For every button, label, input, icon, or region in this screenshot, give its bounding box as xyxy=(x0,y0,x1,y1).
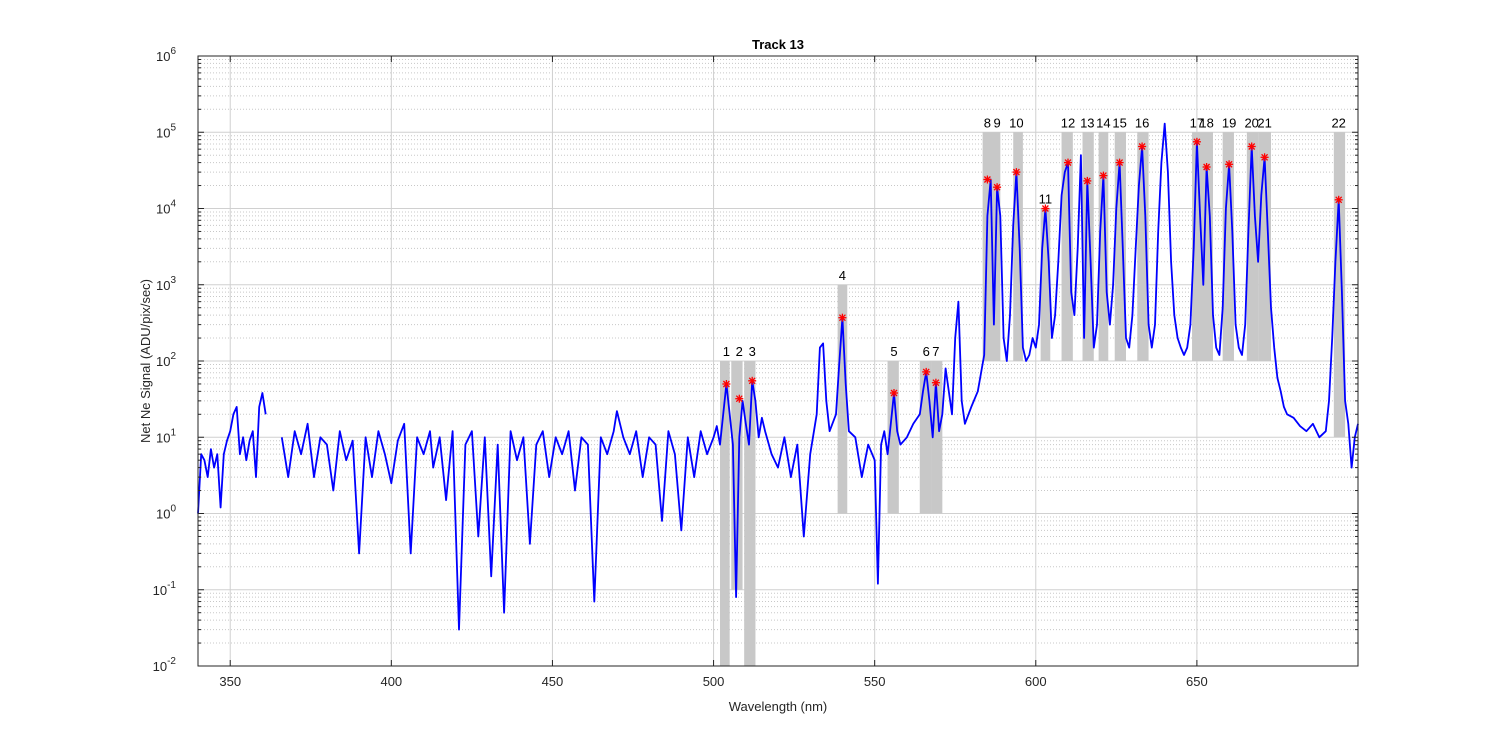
peak-label: 15 xyxy=(1112,115,1126,130)
peak-label: 3 xyxy=(749,344,756,359)
peak-marker xyxy=(1083,176,1092,185)
y-tick-exponent: 3 xyxy=(170,275,176,286)
x-tick-label: 450 xyxy=(542,674,564,689)
peak-label: 4 xyxy=(839,268,846,283)
x-tick-label: 650 xyxy=(1186,674,1208,689)
peak-label: 11 xyxy=(1039,192,1053,207)
y-tick-exponent: -1 xyxy=(167,580,176,591)
peak-label: 5 xyxy=(890,344,897,359)
peak-band xyxy=(1333,132,1346,438)
peak-band xyxy=(744,361,756,666)
x-axis-label: Wavelength (nm) xyxy=(729,699,828,714)
peak-marker xyxy=(1202,163,1211,171)
peak-label: 13 xyxy=(1080,115,1094,130)
peak-marker xyxy=(1099,171,1108,180)
x-tick-label: 400 xyxy=(380,674,402,689)
peak-marker xyxy=(922,367,931,376)
peak-marker xyxy=(1225,160,1234,169)
peak-marker xyxy=(838,313,847,322)
peak-label: 19 xyxy=(1222,115,1236,130)
peak-label: 16 xyxy=(1135,115,1149,130)
peak-label: 18 xyxy=(1199,115,1213,130)
chart-title: Track 13 xyxy=(752,37,804,52)
peak-label: 8 xyxy=(984,115,991,130)
peak-marker xyxy=(1012,168,1021,177)
peak-label: 12 xyxy=(1061,115,1075,130)
y-tick-exponent: 0 xyxy=(170,504,176,515)
x-tick-label: 500 xyxy=(703,674,725,689)
peak-label: 22 xyxy=(1331,115,1345,130)
peak-label: 1 xyxy=(723,344,730,359)
peak-label: 7 xyxy=(932,344,939,359)
peak-marker xyxy=(890,389,898,397)
y-tick-exponent: 6 xyxy=(170,46,176,57)
peak-marker xyxy=(722,380,731,388)
y-tick-exponent: 2 xyxy=(170,351,176,362)
x-tick-label: 350 xyxy=(219,674,241,689)
y-tick-exponent: -2 xyxy=(167,656,176,667)
peak-label: 9 xyxy=(993,115,1000,130)
x-tick-label: 600 xyxy=(1025,674,1047,689)
peak-label: 6 xyxy=(923,344,930,359)
peak-marker xyxy=(1260,153,1269,162)
y-tick-exponent: 4 xyxy=(170,199,176,210)
peak-marker xyxy=(1192,137,1201,146)
peak-label: 21 xyxy=(1257,115,1271,130)
peak-marker xyxy=(1064,158,1072,167)
peak-label: 14 xyxy=(1096,115,1110,130)
peak-marker xyxy=(735,394,744,403)
peak-marker xyxy=(993,183,1002,192)
y-tick-exponent: 1 xyxy=(170,427,176,438)
y-tick-exponent: 5 xyxy=(170,122,176,133)
y-axis-label: Net Ne Signal (ADU/pix/sec) xyxy=(138,279,153,443)
x-tick-label: 550 xyxy=(864,674,886,689)
peak-label: 10 xyxy=(1009,115,1023,130)
peak-marker xyxy=(1247,142,1256,151)
peak-band xyxy=(919,361,932,514)
peak-marker xyxy=(1334,195,1343,204)
peak-marker xyxy=(1138,142,1147,151)
peak-marker xyxy=(748,376,757,385)
spectrum-chart: 1 2 345 6 78 9 101112 13 14 15 16 1718 19 2021 22 350 4… xyxy=(0,0,1500,750)
peak-marker xyxy=(1115,158,1124,167)
peak-marker xyxy=(931,378,940,387)
peak-label: 2 xyxy=(736,344,743,359)
peak-marker xyxy=(983,175,992,184)
